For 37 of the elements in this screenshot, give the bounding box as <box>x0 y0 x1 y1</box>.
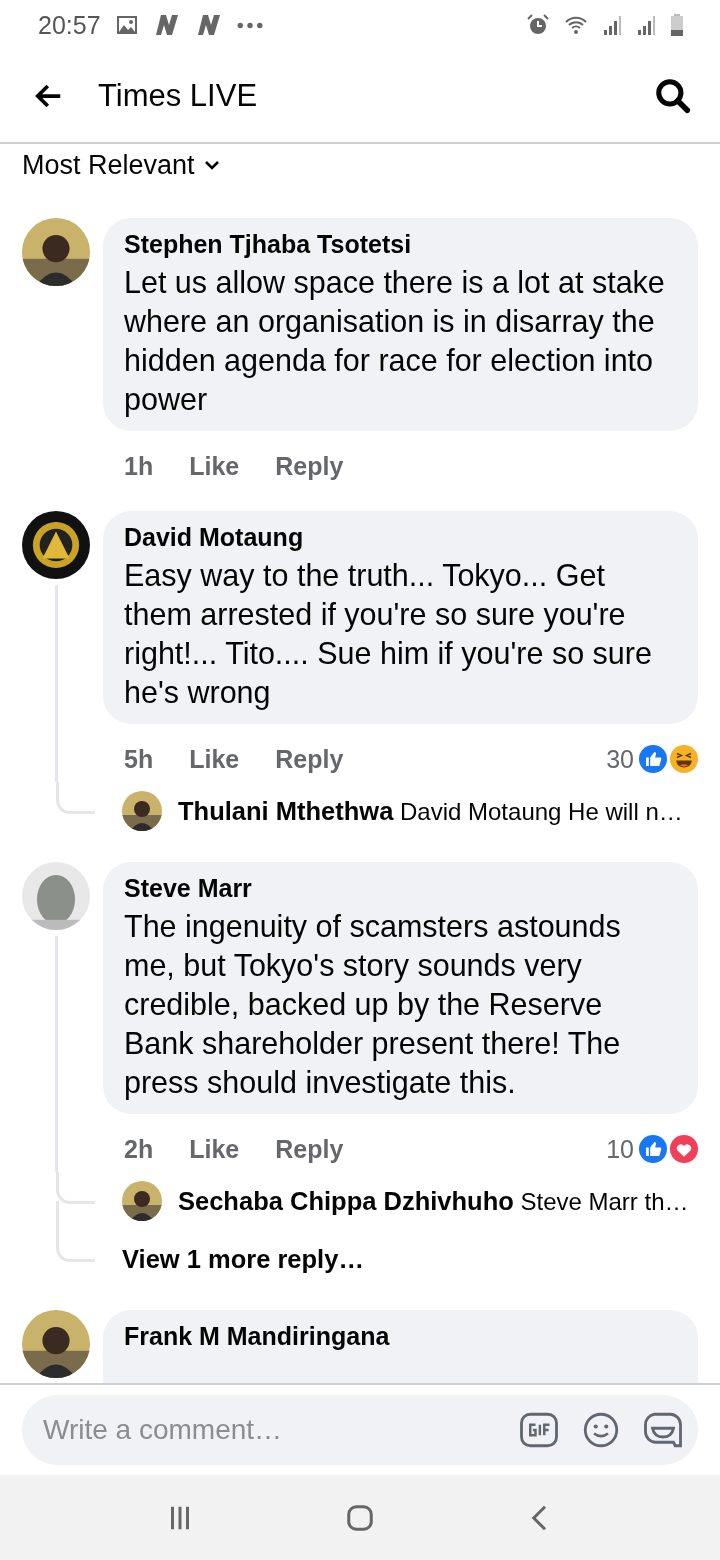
comment-text: Let us allow space there is a lot at stake where an organisation is in disarray the hidden agenda for race for election into power <box>124 264 666 419</box>
view-more-replies-link[interactable]: View 1 more reply… <box>122 1244 364 1274</box>
signal-icon <box>602 13 622 37</box>
laughing-face-icon <box>670 745 698 773</box>
clock-time: 20:57 <box>38 10 101 40</box>
action-link[interactable]: Reply <box>275 1134 344 1164</box>
action-link[interactable]: Like <box>189 744 240 774</box>
thumbs-up-icon <box>639 1135 667 1163</box>
timestamp: 1h <box>124 451 154 481</box>
author-name[interactable]: Steve Marr <box>124 874 678 903</box>
signal-icon <box>636 13 656 37</box>
comment-text: The ingenuity of scamsters astounds me, but Tokyo's story sounds very credible, backed up by the Reserve Bank shareholder present there! The press should investigate this. <box>124 908 622 1102</box>
image-icon <box>114 13 139 37</box>
more-icon <box>236 21 263 29</box>
page-title: Times LIVE <box>98 78 259 114</box>
action-link[interactable]: Reply <box>275 744 344 774</box>
reaction-count[interactable]: 30 <box>606 744 634 774</box>
action-link[interactable]: Like <box>189 1134 240 1164</box>
home-icon[interactable] <box>345 1502 375 1533</box>
search-icon[interactable] <box>654 77 692 115</box>
reaction-count[interactable]: 10 <box>606 1134 634 1164</box>
sort-label[interactable]: Most Relevant <box>22 149 195 181</box>
timestamp: 2h <box>124 1134 154 1164</box>
battery-icon <box>670 13 684 37</box>
author-name[interactable]: Stephen Tjhaba Tsotetsi <box>124 230 678 259</box>
author-name[interactable]: Frank M Mandiringana <box>124 1322 678 1351</box>
reply-preview[interactable]: Sechaba Chippa Dzhivhuho Steve Marr th… <box>178 1186 689 1216</box>
thumbs-up-icon <box>639 745 667 773</box>
comment-input[interactable]: Write a comment… <box>43 1414 498 1446</box>
action-link[interactable]: Like <box>189 451 240 481</box>
comment-text: Easy way to the truth... Tokyo... Get them arrested if you're so sure you're right!... Tito.... Sue him if you're so sure he's wrong <box>124 557 653 712</box>
action-link[interactable]: Reply <box>275 451 344 481</box>
author-name[interactable]: David Motaung <box>124 523 678 552</box>
timestamp: 5h <box>124 744 154 774</box>
comment-field[interactable]: Write a comment… <box>22 1395 698 1465</box>
alarm-icon <box>526 13 550 37</box>
reply-preview[interactable]: Thulani Mthethwa David Motaung He will n… <box>178 796 683 826</box>
